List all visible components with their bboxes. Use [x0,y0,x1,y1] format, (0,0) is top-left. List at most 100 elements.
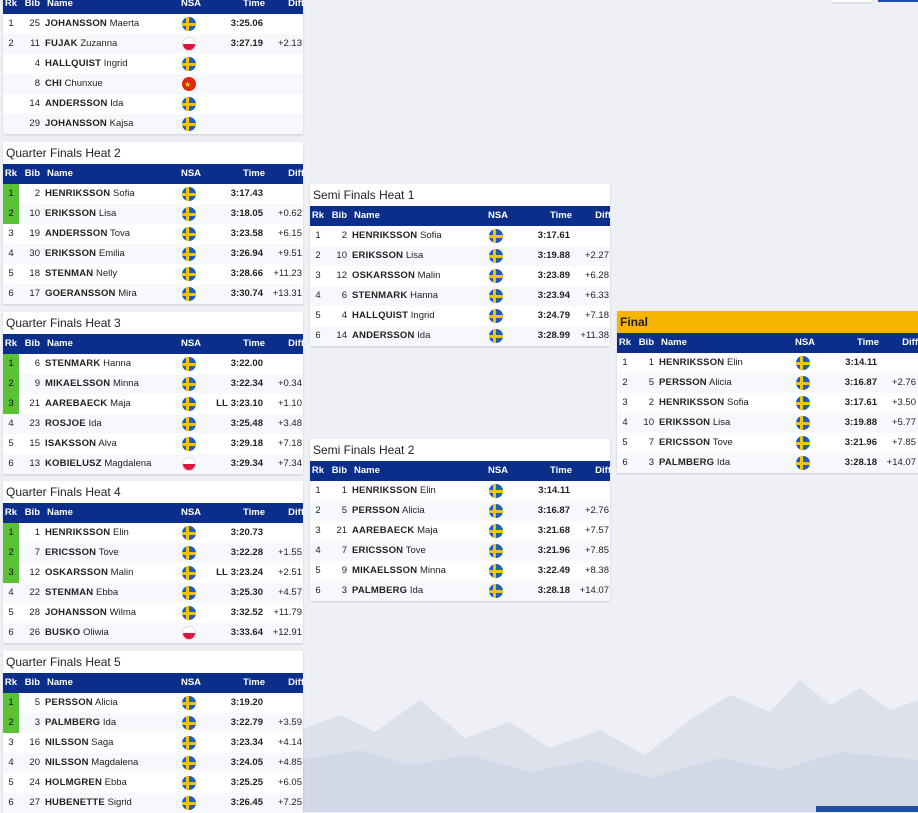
table-row[interactable]: 5 7 ERICSSON Tove 3:21.96 +7.85 [617,433,918,453]
table-row[interactable]: 6 3 PALMBERG Ida 3:28.18 +14.07 [310,581,610,601]
table-row[interactable]: 6 14 ANDERSSON Ida 3:28.99 +11.38 [310,326,610,346]
table-row[interactable]: 4 20 NILSSON Magdalena 3:24.05 +4.85 [3,753,303,773]
table-row[interactable]: 2 5 PERSSON Alicia 3:16.87 +2.76 [310,501,610,521]
athlete-name[interactable]: ISAKSSON Alva [45,434,175,454]
athlete-name[interactable]: NILSSON Saga [45,733,175,753]
athlete-name[interactable]: HENRIKSSON Sofia [659,393,789,413]
athlete-name[interactable]: STENMAN Nelly [45,264,175,284]
athlete-name[interactable]: PERSSON Alicia [45,693,175,713]
table-row[interactable]: 3 19 ANDERSSON Tova 3:23.58 +6.15 [3,224,303,244]
athlete-name[interactable]: ROSJOE Ida [45,414,175,434]
table-row[interactable]: 5 24 HOLMGREN Ebba 3:25.25 +6.05 [3,773,303,793]
athlete-name[interactable]: GOERANSSON Mira [45,284,175,304]
athlete-name[interactable]: HENRIKSSON Elin [352,481,482,501]
athlete-name[interactable]: ANDERSSON Tova [45,224,175,244]
athlete-name[interactable]: ERIKSSON Lisa [352,246,482,266]
table-row[interactable]: 1 2 HENRIKSSON Sofia 3:17.61 [310,226,610,246]
athlete-name[interactable]: HALLQUIST Ingrid [352,306,482,326]
athlete-name[interactable]: OSKARSSON Malin [352,266,482,286]
table-row[interactable]: 3 12 OSKARSSON Malin LL 3:23.24 +2.51 [3,563,303,583]
athlete-name[interactable]: PERSSON Alicia [659,373,789,393]
athlete-name[interactable]: STENMARK Hanna [45,354,175,374]
athlete-name[interactable]: JOHANSSON Kajsa [45,114,175,134]
athlete-first-name: Kajsa [109,118,134,129]
table-row[interactable]: 5 18 STENMAN Nelly 3:28.66 +11.23 [3,264,303,284]
athlete-name[interactable]: ERICSSON Tove [659,433,789,453]
table-row[interactable]: 2 3 PALMBERG Ida 3:22.79 +3.59 [3,713,303,733]
athlete-name[interactable]: ERICSSON Tove [352,541,482,561]
table-row[interactable]: 4 10 ERIKSSON Lisa 3:19.88 +5.77 [617,413,918,433]
athlete-name[interactable]: STENMARK Hanna [352,286,482,306]
table-row[interactable]: 4 7 ERICSSON Tove 3:21.96 +7.85 [310,541,610,561]
table-row[interactable]: 4 HALLQUIST Ingrid [3,54,303,74]
athlete-name[interactable]: AAREBAECK Maja [352,521,482,541]
athlete-name[interactable]: ERICSSON Tove [45,543,175,563]
athlete-name[interactable]: HENRIKSSON Elin [45,523,175,543]
athlete-name[interactable]: MIKAELSSON Minna [45,374,175,394]
table-row[interactable]: 5 15 ISAKSSON Alva 3:29.18 +7.18 [3,434,303,454]
athlete-name[interactable]: FUJAK Zuzanna [45,34,175,54]
nsa-cell [789,453,817,473]
table-row[interactable]: 2 5 PERSSON Alicia 3:16.87 +2.76 [617,373,918,393]
athlete-name[interactable]: ERIKSSON Emilia [45,244,175,264]
athlete-name[interactable]: ANDERSSON Ida [45,94,175,114]
table-row[interactable]: 1 1 HENRIKSSON Elin 3:14.11 [310,481,610,501]
table-row[interactable]: 1 25 JOHANSSON Maerta 3:25.06 [3,14,303,34]
table-row[interactable]: 29 JOHANSSON Kajsa [3,114,303,134]
athlete-name[interactable]: NILSSON Magdalena [45,753,175,773]
table-row[interactable]: 2 7 ERICSSON Tove 3:22.28 +1.55 [3,543,303,563]
table-row[interactable]: 3 12 OSKARSSON Malin 3:23.89 +6.28 [310,266,610,286]
table-row[interactable]: 4 22 STENMAN Ebba 3:25.30 +4.57 [3,583,303,603]
table-row[interactable]: 3 21 AAREBAECK Maja LL 3:23.10 +1.10 [3,394,303,414]
athlete-name[interactable]: JOHANSSON Wilma [45,603,175,623]
table-row[interactable]: 6 13 KOBIELUSZ Magdalena 3:29.34 +7.34 [3,454,303,474]
athlete-name[interactable]: HOLMGREN Ebba [45,773,175,793]
table-row[interactable]: 3 16 NILSSON Saga 3:23.34 +4.14 [3,733,303,753]
athlete-name[interactable]: MIKAELSSON Minna [352,561,482,581]
athlete-name[interactable]: HALLQUIST Ingrid [45,54,175,74]
table-row[interactable]: 1 1 HENRIKSSON Elin 3:20.73 [3,523,303,543]
athlete-name[interactable]: CHI Chunxue [45,74,175,94]
table-row[interactable]: 5 9 MIKAELSSON Minna 3:22.49 +8.38 [310,561,610,581]
table-row[interactable]: 2 10 ERIKSSON Lisa 3:18.05 +0.62 [3,204,303,224]
table-row[interactable]: 6 26 BUSKO Oliwia 3:33.64 +12.91 [3,623,303,643]
table-row[interactable]: 4 30 ERIKSSON Emilia 3:26.94 +9.51 [3,244,303,264]
athlete-name[interactable]: ERIKSSON Lisa [659,413,789,433]
table-row[interactable]: 1 5 PERSSON Alicia 3:19.20 [3,693,303,713]
athlete-name[interactable]: PALMBERG Ida [352,581,482,601]
athlete-name[interactable]: OSKARSSON Malin [45,563,175,583]
table-row[interactable]: 14 ANDERSSON Ida [3,94,303,114]
athlete-name[interactable]: ANDERSSON Ida [352,326,482,346]
sweden-flag-icon [182,247,196,261]
athlete-name[interactable]: JOHANSSON Maerta [45,14,175,34]
athlete-name[interactable]: BUSKO Oliwia [45,623,175,643]
athlete-name[interactable]: PALMBERG Ida [45,713,175,733]
table-row[interactable]: 3 2 HENRIKSSON Sofia 3:17.61 +3.50 [617,393,918,413]
table-row[interactable]: 1 2 HENRIKSSON Sofia 3:17.43 [3,184,303,204]
table-row[interactable]: 1 6 STENMARK Hanna 3:22.00 [3,354,303,374]
table-row[interactable]: 2 10 ERIKSSON Lisa 3:19.88 +2.27 [310,246,610,266]
athlete-name[interactable]: STENMAN Ebba [45,583,175,603]
athlete-name[interactable]: HENRIKSSON Sofia [352,226,482,246]
table-row[interactable]: 3 21 AAREBAECK Maja 3:21.68 +7.57 [310,521,610,541]
table-row[interactable]: 2 11 FUJAK Zuzanna 3:27.19 +2.13 [3,34,303,54]
table-row[interactable]: 4 6 STENMARK Hanna 3:23.94 +6.33 [310,286,610,306]
table-row[interactable]: 6 27 HUBENETTE Sigrid 3:26.45 +7.25 [3,793,303,813]
table-row[interactable]: 6 17 GOERANSSON Mira 3:30.74 +13.31 [3,284,303,304]
athlete-name[interactable]: PERSSON Alicia [352,501,482,521]
table-row[interactable]: 5 28 JOHANSSON Wilma 3:32.52 +11.79 [3,603,303,623]
table-row[interactable]: 4 23 ROSJOE Ida 3:25.48 +3.48 [3,414,303,434]
athlete-name[interactable]: PALMBERG Ida [659,453,789,473]
athlete-name[interactable]: AAREBAECK Maja [45,394,175,414]
table-row[interactable]: 2 9 MIKAELSSON Minna 3:22.34 +0.34 [3,374,303,394]
athlete-name[interactable]: HENRIKSSON Elin [659,353,789,373]
table-row[interactable]: 6 3 PALMBERG Ida 3:28.18 +14.07 [617,453,918,473]
athlete-name[interactable]: HUBENETTE Sigrid [45,793,175,813]
time-cell [203,114,263,134]
athlete-name[interactable]: ERIKSSON Lisa [45,204,175,224]
table-row[interactable]: 5 4 HALLQUIST Ingrid 3:24.79 +7.18 [310,306,610,326]
athlete-name[interactable]: HENRIKSSON Sofia [45,184,175,204]
table-row[interactable]: 8 CHI Chunxue [3,74,303,94]
table-row[interactable]: 1 1 HENRIKSSON Elin 3:14.11 [617,353,918,373]
athlete-name[interactable]: KOBIELUSZ Magdalena [45,454,175,474]
